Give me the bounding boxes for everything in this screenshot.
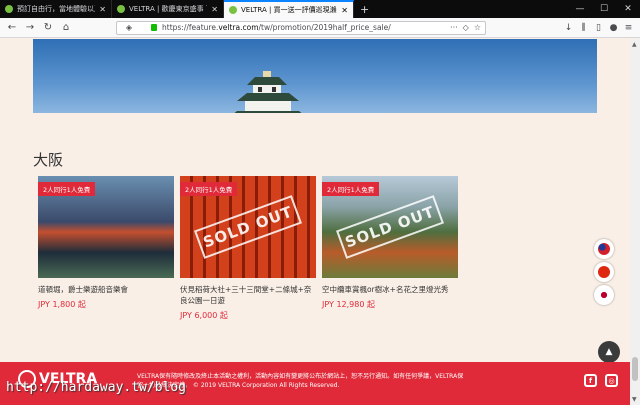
back-to-top-icon[interactable]: ▲ bbox=[598, 341, 620, 363]
reload-icon[interactable]: ↻ bbox=[40, 20, 56, 36]
menu-icon[interactable]: ≡ bbox=[621, 23, 636, 33]
tour-cards: 2人同行1人免費 道頓堀，爵士樂遊船音樂會 JPY 1,800 起 2人同行1人… bbox=[38, 176, 458, 321]
instagram-icon[interactable]: ◎ bbox=[605, 374, 618, 387]
extension-icon[interactable]: ● bbox=[606, 23, 621, 33]
promo-badge: 2人同行1人免費 bbox=[180, 182, 238, 196]
back-icon[interactable]: ← bbox=[4, 20, 20, 36]
promo-badge: 2人同行1人免費 bbox=[38, 182, 96, 196]
sidebar-icon[interactable]: ▯ bbox=[591, 23, 606, 33]
section-title: 大阪 bbox=[33, 151, 64, 169]
tour-image[interactable]: 2人同行1人免費 bbox=[38, 176, 174, 278]
shield-icon[interactable]: ◈ bbox=[121, 20, 137, 36]
url-text: https://feature.veltra.com/tw/promotion/… bbox=[162, 23, 391, 32]
page-actions-icon[interactable]: ··· bbox=[450, 23, 458, 32]
tour-image[interactable]: 2人同行1人免費 SOLD OUT bbox=[322, 176, 458, 278]
page-content: 大阪 2人同行1人免費 道頓堀，爵士樂遊船音樂會 JPY 1,800 起 2人同… bbox=[0, 39, 630, 405]
watermark: http://hardaway.tw/blog bbox=[6, 380, 187, 395]
close-tab-icon[interactable]: ✕ bbox=[211, 5, 218, 14]
minimize-icon[interactable]: — bbox=[568, 0, 592, 18]
hongkong-flag-icon[interactable] bbox=[594, 262, 614, 282]
scroll-up-icon[interactable]: ▲ bbox=[632, 41, 637, 48]
tour-price: JPY 6,000 起 bbox=[180, 311, 228, 320]
scrollbar-thumb[interactable] bbox=[632, 357, 638, 381]
browser-tab-1[interactable]: 預訂自由行，當地體驗以及超值 ✕ bbox=[0, 0, 112, 18]
sold-out-stamp: SOLD OUT bbox=[194, 195, 302, 259]
scroll-down-icon[interactable]: ▼ bbox=[632, 396, 637, 403]
bookmark-star-icon[interactable]: ☆ bbox=[474, 23, 481, 32]
page-scrollbar[interactable]: ▲ ▼ bbox=[630, 39, 640, 405]
window-controls: — ☐ ✕ bbox=[568, 0, 640, 18]
tab-title: VELTRA | 買一送一評價巡現瀨 bbox=[241, 6, 337, 14]
download-icon[interactable]: ↓ bbox=[561, 23, 576, 33]
taiwan-flag-icon[interactable] bbox=[594, 239, 614, 259]
promo-badge: 2人同行1人免費 bbox=[322, 182, 380, 196]
tour-name[interactable]: 伏見稻荷大社+三十三間堂+二條城+奈良公園一日遊 bbox=[180, 284, 316, 306]
tour-card[interactable]: 2人同行1人免費 道頓堀，爵士樂遊船音樂會 JPY 1,800 起 bbox=[38, 176, 174, 321]
hero-image bbox=[33, 39, 597, 113]
address-bar[interactable]: ◈ https://feature.veltra.com/tw/promotio… bbox=[116, 20, 486, 36]
toolbar-buttons: ↓ ⫼ ▯ ● ≡ bbox=[561, 23, 636, 33]
osaka-castle-illustration bbox=[234, 71, 302, 113]
footer-disclaimer: VELTRA保有隨時修改及終止本活動之權利，活動內容如有變更將公布於網站上，恕不… bbox=[137, 373, 464, 389]
tour-name[interactable]: 道頓堀，爵士樂遊船音樂會 bbox=[38, 284, 174, 295]
close-tab-icon[interactable]: ✕ bbox=[341, 6, 348, 15]
tour-name[interactable]: 空中纜車賞楓or樹冰+名花之里燈光秀 bbox=[322, 284, 458, 295]
tour-card[interactable]: 2人同行1人免費 SOLD OUT 空中纜車賞楓or樹冰+名花之里燈光秀 JPY… bbox=[322, 176, 458, 321]
tour-card[interactable]: 2人同行1人免費 SOLD OUT 伏見稻荷大社+三十三間堂+二條城+奈良公園一… bbox=[180, 176, 316, 321]
browser-tab-3-active[interactable]: VELTRA | 買一送一評價巡現瀨 ✕ bbox=[224, 0, 354, 18]
home-icon[interactable]: ⌂ bbox=[58, 20, 74, 36]
favicon-icon bbox=[117, 5, 125, 13]
tour-image[interactable]: 2人同行1人免費 SOLD OUT bbox=[180, 176, 316, 278]
new-tab-icon[interactable]: + bbox=[354, 0, 375, 18]
social-links: f ◎ bbox=[584, 374, 618, 387]
lock-icon[interactable] bbox=[151, 24, 157, 31]
tab-title: VELTRA | 歡慶東京盛事 百萬家 bbox=[129, 5, 207, 13]
favicon-icon bbox=[229, 6, 237, 14]
japan-flag-icon[interactable] bbox=[594, 285, 614, 305]
facebook-icon[interactable]: f bbox=[584, 374, 597, 387]
favicon-icon bbox=[5, 5, 13, 13]
close-tab-icon[interactable]: ✕ bbox=[99, 5, 106, 14]
tab-title: 預訂自由行，當地體驗以及超值 bbox=[17, 5, 95, 13]
forward-icon[interactable]: → bbox=[22, 20, 38, 36]
browser-tab-2[interactable]: VELTRA | 歡慶東京盛事 百萬家 ✕ bbox=[112, 0, 224, 18]
tour-price: JPY 12,980 起 bbox=[322, 300, 375, 309]
library-icon[interactable]: ⫼ bbox=[576, 23, 591, 33]
tab-bar: 預訂自由行，當地體驗以及超值 ✕ VELTRA | 歡慶東京盛事 百萬家 ✕ V… bbox=[0, 0, 640, 18]
maximize-icon[interactable]: ☐ bbox=[592, 0, 616, 18]
pocket-icon[interactable]: ◇ bbox=[463, 23, 469, 32]
tour-price: JPY 1,800 起 bbox=[38, 300, 86, 309]
nav-bar: ← → ↻ ⌂ ◈ https://feature.veltra.com/tw/… bbox=[0, 18, 640, 38]
sold-out-stamp: SOLD OUT bbox=[336, 195, 444, 259]
close-window-icon[interactable]: ✕ bbox=[616, 0, 640, 18]
